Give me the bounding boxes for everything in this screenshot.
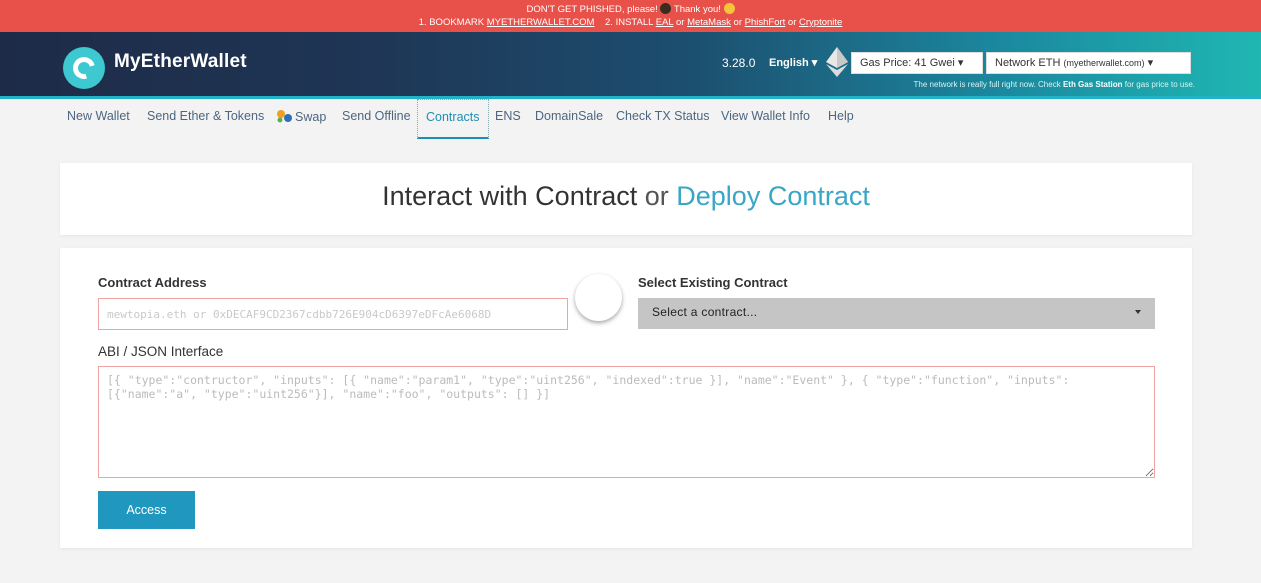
- select-contract-value: Select a contract...: [652, 305, 758, 319]
- nav-ens[interactable]: ENS: [495, 109, 521, 123]
- tab-contracts[interactable]: Contracts: [417, 99, 489, 139]
- smile-icon: [723, 3, 735, 14]
- deploy-contract-link[interactable]: Deploy Contract: [676, 181, 870, 211]
- banner-step2: 2. INSTALL: [605, 17, 654, 28]
- nav-swap-label: Swap: [295, 110, 327, 124]
- nav-send-offline[interactable]: Send Offline: [342, 109, 411, 123]
- contract-address-label: Contract Address: [98, 275, 207, 290]
- chevron-down-icon: ▾: [1147, 57, 1154, 69]
- bookmark-link[interactable]: MYETHERWALLET.COM: [487, 17, 595, 28]
- nav-view-wallet-info[interactable]: View Wallet Info: [721, 109, 810, 123]
- network-note-prefix: The network is really full right now. Ch…: [913, 80, 1061, 89]
- banner-step1: 1. BOOKMARK: [418, 17, 485, 28]
- mew-logo-icon[interactable]: [63, 47, 105, 89]
- language-dropdown[interactable]: English ▾: [769, 56, 817, 69]
- abi-json-textarea[interactable]: [98, 366, 1155, 478]
- network-dropdown[interactable]: Network ETH (myetherwallet.com) ▾: [986, 52, 1191, 74]
- network-label: Network ETH: [995, 57, 1061, 69]
- banner-thanks-text: Thank you!: [673, 4, 721, 15]
- banner-or-1: or: [675, 17, 685, 28]
- chevron-down-icon: ▾: [957, 57, 964, 69]
- caret-down-icon: [1135, 310, 1141, 314]
- nav-check-tx-status[interactable]: Check TX Status: [616, 109, 710, 123]
- banner-warning-text: DON'T GET PHISHED, please!: [526, 4, 658, 15]
- ethereum-icon: [826, 47, 848, 77]
- interact-title: Interact with Contract: [382, 181, 638, 211]
- face-icon: [660, 3, 672, 14]
- cryptonite-link[interactable]: Cryptonite: [799, 17, 842, 28]
- network-note-suffix: for gas price to use.: [1124, 80, 1195, 89]
- banner-line-2: 1. BOOKMARK MYETHERWALLET.COM 2. INSTALL…: [0, 16, 1261, 29]
- banner-or-2: or: [733, 17, 742, 28]
- address-identicon: [575, 274, 622, 321]
- language-label: English: [769, 57, 809, 69]
- network-host: (myetherwallet.com): [1063, 58, 1145, 68]
- chevron-down-icon: ▾: [811, 57, 818, 69]
- brand-name[interactable]: MyEtherWallet: [114, 51, 247, 73]
- title-card: Interact with Contract or Deploy Contrac…: [60, 163, 1192, 235]
- select-contract-dropdown[interactable]: Select a contract...: [638, 298, 1155, 329]
- access-button[interactable]: Access: [98, 491, 195, 529]
- network-note: The network is really full right now. Ch…: [870, 80, 1195, 89]
- nav-swap[interactable]: Swap: [276, 109, 326, 124]
- title-or: or: [644, 181, 669, 211]
- banner-or-3: or: [787, 17, 797, 28]
- phishing-warning-banner: DON'T GET PHISHED, please! Thank you! 1.…: [0, 0, 1261, 32]
- main-nav: New Wallet Send Ether & Tokens Swap Send…: [0, 99, 1261, 139]
- eth-gas-station-link[interactable]: Eth Gas Station: [1063, 80, 1123, 89]
- nav-domainsale[interactable]: DomainSale: [535, 109, 603, 123]
- eal-link[interactable]: EAL: [656, 17, 674, 28]
- page-title: Interact with Contract or Deploy Contrac…: [60, 181, 1192, 212]
- nav-new-wallet[interactable]: New Wallet: [67, 109, 130, 123]
- abi-label: ABI / JSON Interface: [98, 344, 224, 359]
- gas-price-label: Gas Price: 41 Gwei: [860, 57, 955, 69]
- metamask-link[interactable]: MetaMask: [687, 17, 731, 28]
- banner-line-1: DON'T GET PHISHED, please! Thank you!: [0, 3, 1261, 16]
- swap-icon: [277, 110, 292, 123]
- gas-price-dropdown[interactable]: Gas Price: 41 Gwei ▾: [851, 52, 983, 74]
- contract-form-card: Contract Address Select Existing Contrac…: [60, 248, 1192, 548]
- nav-send-ether-tokens[interactable]: Send Ether & Tokens: [147, 109, 264, 123]
- version-label: 3.28.0: [722, 56, 756, 70]
- contract-address-input[interactable]: [98, 298, 568, 330]
- select-existing-contract-label: Select Existing Contract: [638, 275, 788, 290]
- nav-help[interactable]: Help: [828, 109, 854, 123]
- phishfort-link[interactable]: PhishFort: [745, 17, 786, 28]
